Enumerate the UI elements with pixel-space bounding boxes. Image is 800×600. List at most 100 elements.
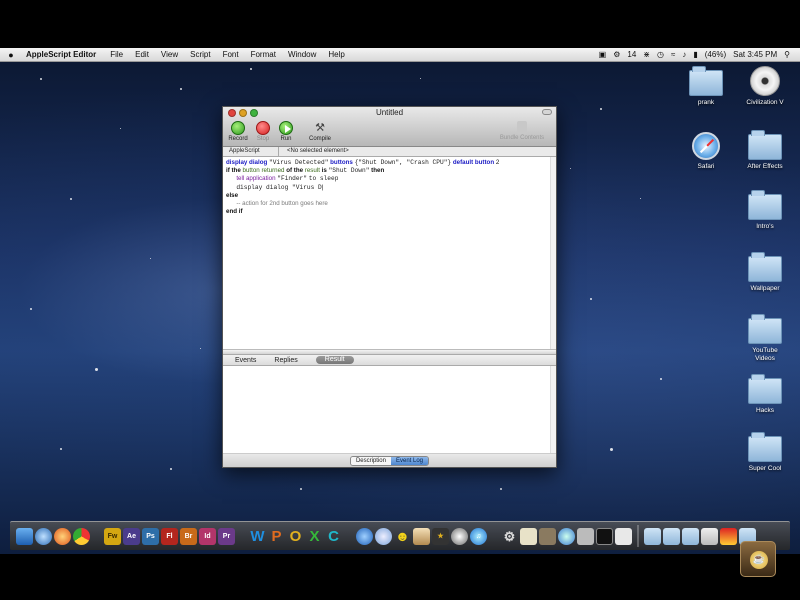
applications-stack-icon[interactable] bbox=[644, 527, 661, 545]
code-token: button returned bbox=[242, 167, 285, 175]
compile-button[interactable]: ⚒ Compile bbox=[305, 121, 335, 142]
tab-events[interactable]: Events bbox=[235, 357, 256, 364]
folder-icon bbox=[748, 432, 782, 462]
bundle-contents-button[interactable]: Bundle Contents bbox=[492, 121, 552, 141]
script-editor-dock-icon[interactable] bbox=[615, 527, 632, 545]
menu-view[interactable]: View bbox=[155, 50, 184, 59]
record-button[interactable]: Record bbox=[227, 121, 249, 142]
preview-icon[interactable] bbox=[539, 527, 556, 545]
bridge-icon[interactable]: Br bbox=[180, 527, 197, 545]
desktop-icon-label: Civilization V bbox=[746, 99, 784, 106]
desktop-folder-intros[interactable]: Intro's bbox=[735, 190, 795, 231]
log-scrollbar[interactable] bbox=[550, 366, 556, 453]
desktop-folder-super-cool[interactable]: Super Cool bbox=[735, 432, 795, 473]
after-effects-icon[interactable]: Ae bbox=[123, 527, 140, 545]
menu-file[interactable]: File bbox=[104, 50, 129, 59]
trash-icon[interactable] bbox=[701, 527, 718, 545]
desktop-disc-civilization[interactable]: Civilization V bbox=[735, 66, 795, 107]
desktop-folder-hacks[interactable]: Hacks bbox=[735, 374, 795, 415]
record-icon bbox=[231, 121, 245, 135]
powerpoint-icon[interactable]: P bbox=[268, 528, 285, 545]
folder-icon bbox=[748, 314, 782, 344]
language-popup[interactable]: AppleScript bbox=[223, 147, 279, 156]
premiere-icon[interactable]: Pr bbox=[218, 527, 235, 545]
communicator-icon[interactable]: C bbox=[325, 528, 342, 545]
folder-icon bbox=[689, 66, 723, 96]
safari-dock-icon[interactable] bbox=[35, 527, 52, 545]
menu-help[interactable]: Help bbox=[322, 50, 350, 59]
menu-clock[interactable]: Sat 3:45 PM bbox=[733, 50, 777, 59]
network-utility-icon[interactable] bbox=[558, 527, 575, 545]
event-log-button[interactable]: Event Log bbox=[390, 456, 429, 465]
run-button[interactable]: Run bbox=[277, 121, 295, 142]
spotlight-icon[interactable]: ⚲ bbox=[784, 50, 790, 59]
desktop-app-safari[interactable]: Safari bbox=[676, 132, 736, 171]
photoshop-icon[interactable]: Ps bbox=[142, 527, 159, 545]
desktop-folder-prank[interactable]: prank bbox=[676, 66, 736, 107]
dvd-player-icon[interactable] bbox=[451, 527, 468, 545]
indesign-icon[interactable]: Id bbox=[199, 527, 216, 545]
code-line-3: tell application "Finder" to sleep bbox=[226, 175, 553, 183]
chrome-icon[interactable] bbox=[73, 527, 90, 545]
script-editor-text-area[interactable]: display dialog "Virus Detected" buttons … bbox=[223, 157, 556, 350]
extra-status-icon[interactable]: ⚙ bbox=[613, 50, 620, 59]
window-titlebar[interactable]: Untitled Record Stop Run ⚒ Compile Bundl… bbox=[223, 107, 556, 147]
description-button[interactable]: Description bbox=[350, 456, 391, 465]
desktop-icon-label: After Effects bbox=[747, 163, 783, 170]
apple-menu-icon[interactable]: ● bbox=[0, 50, 22, 60]
system-preferences-icon[interactable] bbox=[577, 527, 594, 545]
volume-icon[interactable]: ♪ bbox=[682, 50, 686, 59]
element-popup[interactable]: <No selected element> bbox=[279, 147, 556, 156]
folder-icon bbox=[748, 374, 782, 404]
outlook-icon[interactable]: O bbox=[287, 528, 304, 545]
editor-scrollbar[interactable] bbox=[550, 157, 556, 349]
menu-extras: ▣ ⚙ 14 ⋇ ◷ ≈ ♪ ▮ (46%) Sat 3:45 PM ⚲ bbox=[599, 50, 800, 59]
battery-icon[interactable]: ▮ bbox=[693, 50, 697, 59]
desktop-folder-wallpaper[interactable]: Wallpaper bbox=[735, 252, 795, 293]
desktop-icon-label: Wallpaper bbox=[750, 285, 780, 292]
toolbar-toggle-button[interactable] bbox=[542, 109, 552, 115]
desktop-folder-after-effects[interactable]: After Effects bbox=[735, 130, 795, 171]
tab-replies[interactable]: Replies bbox=[274, 357, 297, 364]
terminal-icon[interactable] bbox=[596, 527, 613, 545]
wifi-icon[interactable]: ≈ bbox=[671, 50, 675, 59]
imovie-icon[interactable]: ★ bbox=[432, 527, 449, 545]
documents-stack-icon[interactable] bbox=[663, 527, 680, 545]
downloads-stack-icon[interactable] bbox=[682, 527, 699, 545]
tab-result[interactable]: Result bbox=[315, 356, 354, 364]
menu-window[interactable]: Window bbox=[282, 50, 322, 59]
word-icon[interactable]: W bbox=[249, 528, 266, 545]
code-token: {"Shut Down", "Crash CPU"} bbox=[354, 159, 452, 166]
fireworks-icon[interactable]: Fw bbox=[104, 527, 121, 545]
desktop-icon-label: Hacks bbox=[755, 407, 775, 414]
firefox-icon[interactable] bbox=[54, 527, 71, 545]
chrome-app-dock-icon[interactable] bbox=[720, 527, 737, 545]
flash-icon[interactable]: Fl bbox=[161, 527, 178, 545]
photo-booth-icon[interactable] bbox=[413, 527, 430, 545]
window-title: Untitled bbox=[375, 108, 404, 117]
desktop-folder-youtube-videos[interactable]: YouTube Videos bbox=[735, 314, 795, 363]
code-line-4: display dialog "Virus D| bbox=[236, 183, 324, 191]
stop-button[interactable]: Stop bbox=[254, 121, 272, 142]
menu-format[interactable]: Format bbox=[245, 50, 282, 59]
menu-edit[interactable]: Edit bbox=[129, 50, 155, 59]
code-token: "Finder" bbox=[277, 175, 307, 183]
automator-icon[interactable]: ⚙ bbox=[501, 528, 518, 545]
excel-icon[interactable]: X bbox=[306, 528, 323, 545]
ichat-icon[interactable] bbox=[375, 527, 392, 545]
result-log-area[interactable] bbox=[223, 366, 556, 454]
menu-app-name[interactable]: AppleScript Editor bbox=[22, 50, 104, 59]
menu-script[interactable]: Script bbox=[184, 50, 216, 59]
menu-font[interactable]: Font bbox=[217, 50, 245, 59]
bluetooth-icon[interactable]: ⋇ bbox=[643, 50, 650, 59]
app-store-icon[interactable] bbox=[356, 527, 373, 545]
battery-percent[interactable]: (46%) bbox=[705, 50, 726, 59]
time-machine-icon[interactable]: ◷ bbox=[657, 50, 664, 59]
extra-status-text[interactable]: 14 bbox=[627, 50, 636, 59]
aim-icon[interactable]: ☻ bbox=[394, 528, 411, 545]
screen-record-icon[interactable]: ▣ bbox=[599, 50, 607, 59]
textedit-icon[interactable] bbox=[520, 527, 537, 545]
finder-icon[interactable] bbox=[16, 527, 33, 545]
code-token: then bbox=[371, 167, 385, 175]
itunes-icon[interactable]: ♫ bbox=[470, 527, 487, 545]
